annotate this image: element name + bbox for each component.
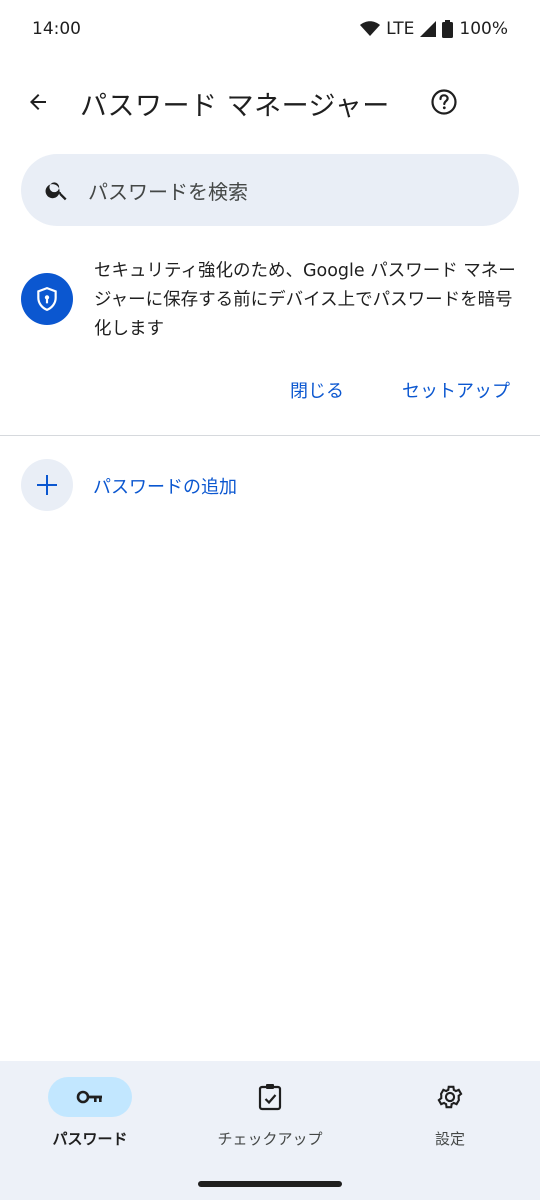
battery-level: 100%	[459, 19, 508, 39]
add-icon-circle	[21, 459, 73, 511]
notice-text: セキュリティ強化のため、Google パスワード マネージャーに保存する前にデバ…	[94, 261, 516, 339]
encryption-notice-card: セキュリティ強化のため、Google パスワード マネージャーに保存する前にデバ…	[0, 255, 540, 435]
setup-button[interactable]: セットアップ	[402, 377, 510, 403]
add-password-button[interactable]: パスワードの追加	[0, 457, 540, 515]
clipboard-check-icon	[258, 1084, 282, 1111]
plus-icon	[37, 475, 57, 495]
search-bar[interactable]: パスワードを検索	[21, 154, 519, 226]
network-type: LTE	[386, 19, 415, 39]
status-bar: 14:00 LTE 100%	[0, 0, 540, 58]
nav-icon-container	[408, 1077, 492, 1117]
back-arrow-icon	[30, 94, 46, 110]
key-icon	[76, 1090, 102, 1104]
nav-item-settings[interactable]: 設定	[360, 1077, 540, 1167]
search-placeholder: パスワードを検索	[88, 179, 248, 204]
gear-icon	[437, 1085, 463, 1109]
help-icon	[431, 89, 457, 115]
nav-label-checkup: チェックアップ	[217, 1130, 323, 1148]
bottom-navigation: パスワード チェックアップ 設定	[0, 1061, 540, 1200]
nav-label-passwords: パスワード	[52, 1130, 128, 1148]
app-bar: パスワード マネージャー	[0, 70, 540, 134]
nav-item-checkup[interactable]: チェックアップ	[180, 1077, 360, 1167]
notice-icon-circle	[21, 273, 73, 325]
battery-icon	[442, 20, 454, 38]
search-icon	[45, 182, 67, 201]
shield-lock-icon	[37, 287, 57, 312]
divider	[0, 435, 540, 436]
nav-active-indicator	[48, 1077, 132, 1117]
wifi-icon	[360, 21, 381, 36]
nav-item-passwords[interactable]: パスワード	[0, 1077, 180, 1167]
add-password-label: パスワードの追加	[93, 477, 237, 498]
status-icons: LTE 100%	[360, 19, 508, 39]
page-title: パスワード マネージャー	[80, 91, 390, 122]
close-button[interactable]: 閉じる	[290, 377, 344, 403]
signal-icon	[420, 21, 437, 37]
nav-label-settings: 設定	[434, 1130, 465, 1148]
home-indicator[interactable]	[198, 1181, 342, 1187]
notice-actions: 閉じる セットアップ	[0, 377, 540, 413]
back-button[interactable]	[18, 82, 58, 122]
nav-icon-container	[228, 1077, 312, 1117]
status-time: 14:00	[32, 19, 81, 39]
help-button[interactable]	[424, 82, 464, 122]
